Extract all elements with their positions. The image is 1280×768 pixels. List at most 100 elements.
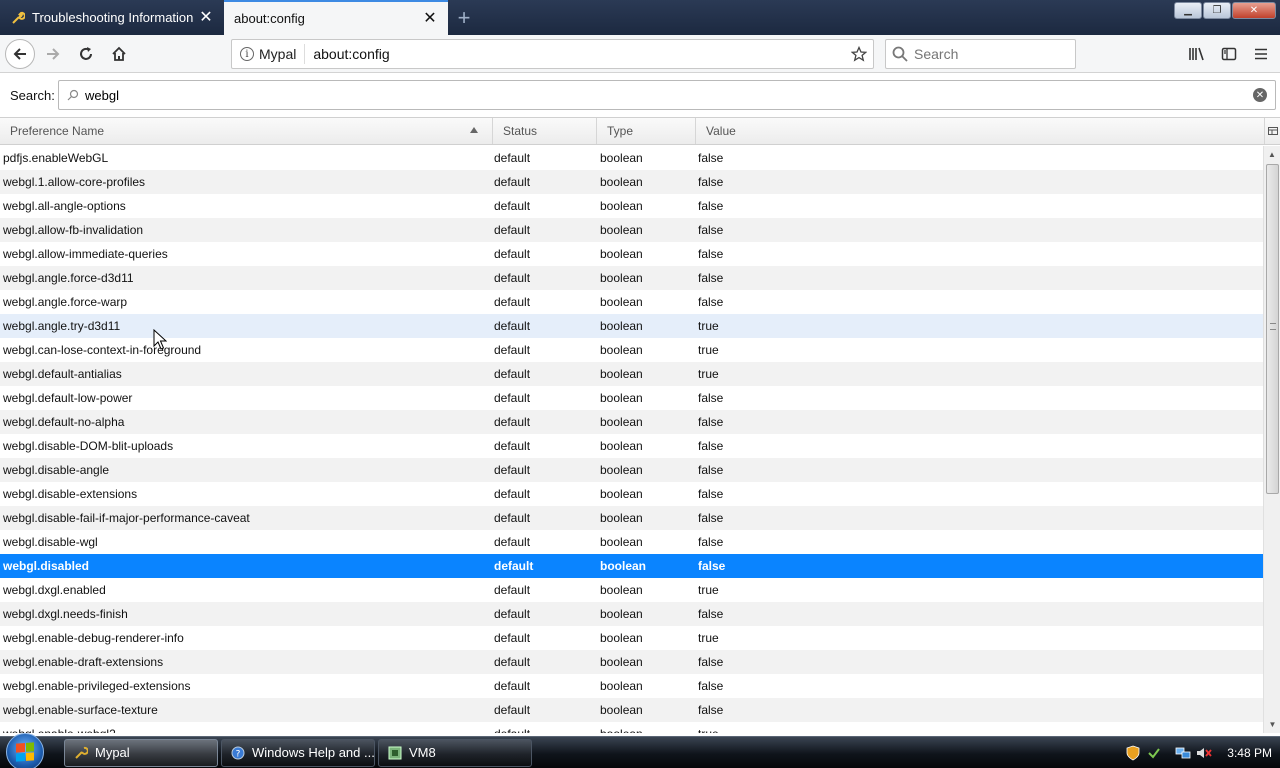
clock[interactable]: 3:48 PM — [1227, 746, 1272, 760]
table-row[interactable]: webgl.enable-draft-extensions default bool… — [0, 650, 1263, 674]
network-icon[interactable] — [1175, 745, 1191, 761]
table-row[interactable]: webgl.dxgl.enabled default boolean true — [0, 578, 1263, 602]
table-row[interactable]: pdfjs.enableWebGL default boolean false — [0, 146, 1263, 170]
config-search-box[interactable]: ✕ — [58, 80, 1276, 110]
taskbar-item-vm8[interactable]: VM8 — [378, 738, 532, 767]
start-button[interactable] — [0, 732, 44, 768]
table-row[interactable]: webgl.default-low-power default boolean fal… — [0, 386, 1263, 410]
table-row[interactable]: webgl.default-no-alpha default boolean fals… — [0, 410, 1263, 434]
cell-type: boolean — [600, 511, 643, 525]
cell-type: boolean — [600, 655, 643, 669]
cell-status: default — [494, 343, 531, 357]
bookmark-star-icon[interactable] — [845, 46, 873, 62]
table-row[interactable]: webgl.angle.force-d3d11 default boolean fal… — [0, 266, 1263, 290]
windows-taskbar: Mypal ? Windows Help and ... VM8 3:48 PM — [0, 732, 1280, 768]
cell-status: default — [494, 391, 531, 405]
column-header-value[interactable]: Value — [696, 118, 1264, 144]
help-icon: ? — [230, 745, 246, 761]
minimize-button[interactable]: ▁ — [1174, 2, 1202, 19]
cell-value: false — [698, 679, 724, 693]
sidebar-button[interactable] — [1214, 39, 1244, 69]
arrow-right-icon — [47, 47, 60, 60]
table-row[interactable]: webgl.enable-debug-renderer-info default b… — [0, 626, 1263, 650]
mypal-app-icon — [73, 745, 89, 761]
table-row[interactable]: webgl.enable-webgl2defaultbooleantrue — [0, 722, 1263, 733]
table-row[interactable]: webgl.enable-privileged-extensions defaul… — [0, 674, 1263, 698]
table-row[interactable]: webgl.enable-surface-texture default boole… — [0, 698, 1263, 722]
table-row[interactable]: webgl.all-angle-options default boolean fal… — [0, 194, 1263, 218]
cell-status: default — [494, 655, 531, 669]
cell-name: webgl.disable-wgl — [3, 535, 98, 549]
table-row[interactable]: webgl.disable-angle default boolean false — [0, 458, 1263, 482]
reload-button[interactable] — [71, 39, 101, 69]
taskbar-label: Windows Help and ... — [252, 745, 375, 760]
cell-name: webgl.dxgl.enabled — [3, 583, 106, 597]
column-label: Value — [706, 124, 736, 138]
scroll-up-icon[interactable]: ▲ — [1264, 146, 1280, 163]
restore-button[interactable]: ❐ — [1203, 2, 1231, 19]
close-tab-icon[interactable]: ✕ — [422, 10, 438, 27]
forward-button[interactable] — [38, 39, 68, 69]
security-shield-icon[interactable] — [1125, 745, 1141, 761]
column-picker-button[interactable] — [1264, 118, 1280, 144]
table-row[interactable]: webgl.disabled default boolean false — [0, 554, 1263, 578]
table-row[interactable]: webgl.can-lose-context-in-foreground defa… — [0, 338, 1263, 362]
url-bar[interactable]: i Mypal about:config — [231, 39, 874, 69]
table-row[interactable]: webgl.1.allow-core-profiles default boolea… — [0, 170, 1263, 194]
table-row[interactable]: webgl.disable-wgl default boolean false — [0, 530, 1263, 554]
cell-value: false — [698, 463, 724, 477]
column-header-type[interactable]: Type — [597, 118, 696, 144]
cell-status: default — [494, 199, 531, 213]
table-row[interactable]: webgl.disable-extensions default boolean fa… — [0, 482, 1263, 506]
site-identity[interactable]: i Mypal — [232, 44, 306, 64]
vertical-scrollbar[interactable]: ▲ ▼ — [1263, 146, 1280, 733]
cell-type: boolean — [600, 151, 643, 165]
info-icon: i — [240, 47, 254, 61]
taskbar-item-windows-help[interactable]: ? Windows Help and ... — [221, 738, 375, 767]
taskbar-item-mypal[interactable]: Mypal — [64, 738, 218, 767]
home-button[interactable] — [104, 39, 134, 69]
new-tab-button[interactable]: + — [448, 0, 480, 35]
cell-name: webgl.enable-surface-texture — [3, 703, 158, 717]
mouse-cursor-icon — [153, 329, 167, 350]
arrow-left-icon — [13, 47, 26, 60]
cell-status: default — [494, 439, 531, 453]
library-icon — [1189, 47, 1204, 61]
scroll-down-icon[interactable]: ▼ — [1264, 716, 1280, 733]
close-tab-icon[interactable]: ✕ — [198, 9, 214, 26]
close-window-button[interactable]: ✕ — [1232, 2, 1276, 19]
cell-value: true — [698, 583, 719, 597]
menu-button[interactable] — [1246, 39, 1276, 69]
config-search-input[interactable] — [85, 87, 1253, 103]
column-header-name[interactable]: Preference Name — [0, 118, 493, 144]
web-search-box[interactable] — [885, 39, 1076, 69]
table-row[interactable]: webgl.allow-immediate-queries default bool… — [0, 242, 1263, 266]
cell-name: webgl.default-no-alpha — [3, 415, 125, 429]
table-row[interactable]: webgl.angle.try-d3d11 default boolean true — [0, 314, 1263, 338]
table-row[interactable]: webgl.angle.force-warp default boolean fals… — [0, 290, 1263, 314]
url-text[interactable]: about:config — [305, 46, 845, 62]
action-center-icon[interactable] — [1146, 745, 1162, 761]
library-button[interactable] — [1182, 39, 1212, 69]
table-row[interactable]: webgl.dxgl.needs-finish default boolean fal… — [0, 602, 1263, 626]
scrollbar-thumb[interactable] — [1266, 164, 1279, 494]
plus-icon: + — [457, 4, 471, 30]
web-search-input[interactable] — [914, 46, 1064, 62]
table-row[interactable]: webgl.default-antialias default boolean tru… — [0, 362, 1263, 386]
grip-icon — [1270, 323, 1276, 330]
cell-type: boolean — [600, 247, 643, 261]
column-header-status[interactable]: Status — [493, 118, 597, 144]
tab-about-config[interactable]: about:config ✕ — [224, 0, 448, 35]
table-row[interactable]: webgl.allow-fb-invalidation default boolea… — [0, 218, 1263, 242]
cell-type: boolean — [600, 295, 643, 309]
cell-status: default — [494, 367, 531, 381]
cell-value: false — [698, 295, 724, 309]
table-row[interactable]: webgl.disable-fail-if-major-performance-… — [0, 506, 1263, 530]
clear-search-icon[interactable]: ✕ — [1253, 88, 1267, 102]
cell-name: webgl.disable-angle — [3, 463, 110, 477]
volume-muted-icon[interactable] — [1196, 745, 1212, 761]
table-row[interactable]: webgl.disable-DOM-blit-uploads default boo… — [0, 434, 1263, 458]
tab-troubleshooting[interactable]: Troubleshooting Information ✕ — [0, 0, 224, 35]
cell-value: false — [698, 271, 724, 285]
back-button[interactable] — [5, 38, 35, 69]
